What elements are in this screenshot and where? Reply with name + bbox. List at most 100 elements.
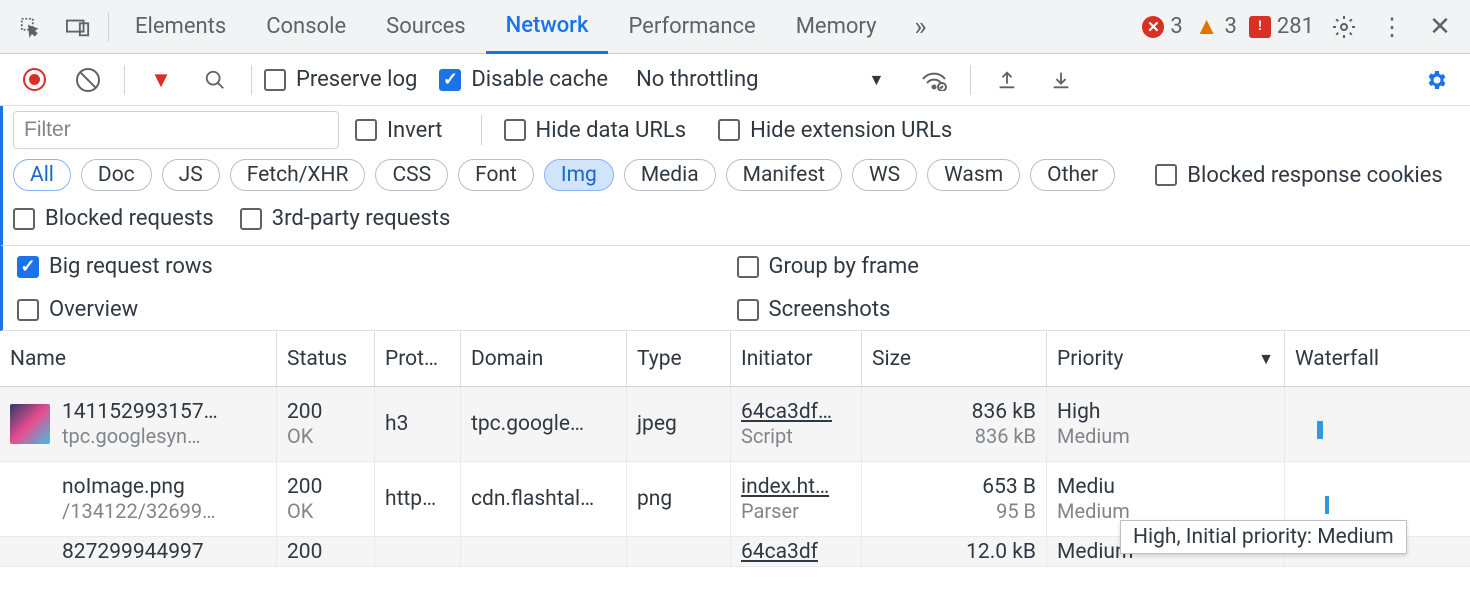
chip-doc[interactable]: Doc: [81, 159, 152, 191]
row-name-sub: /134122/32699…: [62, 499, 216, 523]
type-filter-row: All Doc JS Fetch/XHR CSS Font Img Media …: [0, 154, 1470, 196]
cell-protocol: [375, 537, 461, 566]
chip-fetch[interactable]: Fetch/XHR: [230, 159, 366, 191]
blocked-req-label: Blocked requests: [45, 206, 214, 231]
blocked-requests-option[interactable]: Blocked requests: [13, 206, 214, 231]
chip-all[interactable]: All: [13, 159, 71, 191]
network-settings-icon[interactable]: [1416, 60, 1456, 100]
chip-js[interactable]: JS: [162, 159, 220, 191]
col-type[interactable]: Type: [627, 331, 731, 386]
issues-icon: !: [1249, 16, 1271, 38]
third-party-checkbox[interactable]: [240, 208, 262, 230]
blocked-cookies-checkbox[interactable]: [1155, 164, 1177, 186]
error-count-value: 3: [1170, 14, 1182, 39]
col-priority[interactable]: Priority ▼: [1047, 331, 1285, 386]
overview-checkbox[interactable]: [17, 299, 39, 321]
col-size[interactable]: Size: [862, 331, 1047, 386]
throttling-select[interactable]: No throttling ▼: [630, 67, 904, 92]
screenshots-option[interactable]: Screenshots: [737, 297, 1441, 322]
upload-har-icon[interactable]: [987, 60, 1027, 100]
blocked-cookies-option[interactable]: Blocked response cookies: [1155, 163, 1443, 188]
chip-wasm[interactable]: Wasm: [927, 159, 1020, 191]
clear-button[interactable]: [68, 60, 108, 100]
cell-waterfall: [1285, 387, 1470, 461]
hide-data-checkbox[interactable]: [504, 119, 526, 141]
invert-label: Invert: [387, 118, 443, 143]
main-tab-bar: Elements Console Sources Network Perform…: [0, 0, 1470, 54]
tab-memory[interactable]: Memory: [776, 0, 897, 54]
group-frame-checkbox[interactable]: [737, 256, 759, 278]
kebab-menu-icon[interactable]: ⋮: [1372, 7, 1412, 47]
chip-css[interactable]: CSS: [375, 159, 448, 191]
col-domain[interactable]: Domain: [461, 331, 627, 386]
divider: [481, 115, 482, 145]
chip-font[interactable]: Font: [458, 159, 534, 191]
overview-option[interactable]: Overview: [17, 297, 721, 322]
col-protocol[interactable]: Prot…: [375, 331, 461, 386]
hide-extension-urls-option[interactable]: Hide extension URLs: [718, 118, 952, 143]
record-button[interactable]: [14, 60, 54, 100]
cell-name: 827299944997: [0, 537, 277, 566]
chip-other[interactable]: Other: [1030, 159, 1115, 191]
disable-cache-option[interactable]: Disable cache: [439, 67, 608, 92]
device-toggle-icon[interactable]: [58, 7, 98, 47]
screenshots-checkbox[interactable]: [737, 299, 759, 321]
tab-sources[interactable]: Sources: [366, 0, 486, 54]
tab-console[interactable]: Console: [246, 0, 366, 54]
disable-cache-checkbox[interactable]: [439, 69, 461, 91]
divider: [251, 65, 252, 95]
col-status[interactable]: Status: [277, 331, 375, 386]
network-conditions-icon[interactable]: [914, 60, 954, 100]
preserve-log-checkbox[interactable]: [264, 69, 286, 91]
col-waterfall[interactable]: Waterfall: [1285, 331, 1470, 386]
row-name: 141152993157…: [62, 400, 218, 424]
third-party-option[interactable]: 3rd-party requests: [240, 206, 451, 231]
blocked-cookies-label: Blocked response cookies: [1187, 163, 1443, 188]
table-row[interactable]: 141152993157… tpc.googlesyn… 200 OK h3 t…: [0, 387, 1470, 462]
blocked-req-checkbox[interactable]: [13, 208, 35, 230]
big-rows-option[interactable]: Big request rows: [17, 254, 721, 279]
filter-toggle-icon[interactable]: ▼: [141, 60, 181, 100]
warning-count[interactable]: ▲ 3: [1195, 12, 1237, 41]
invert-checkbox[interactable]: [355, 119, 377, 141]
initiator-type: Script: [741, 424, 851, 448]
initiator-link[interactable]: index.ht…: [741, 475, 851, 499]
close-icon[interactable]: ✕: [1420, 7, 1460, 47]
search-icon[interactable]: [195, 60, 235, 100]
warning-count-value: 3: [1225, 14, 1237, 39]
tab-elements[interactable]: Elements: [115, 0, 246, 54]
status-text: OK: [287, 499, 364, 523]
cell-priority: High Medium: [1047, 387, 1285, 461]
more-tabs-icon[interactable]: »: [900, 7, 940, 47]
tab-network[interactable]: Network: [486, 0, 609, 54]
cell-name: 141152993157… tpc.googlesyn…: [0, 387, 277, 461]
size-value: 836 kB: [972, 400, 1036, 424]
filter-input[interactable]: [13, 111, 339, 149]
big-rows-checkbox[interactable]: [17, 256, 39, 278]
settings-icon[interactable]: [1324, 7, 1364, 47]
invert-option[interactable]: Invert: [355, 118, 443, 143]
chip-img[interactable]: Img: [544, 159, 614, 191]
col-initiator[interactable]: Initiator: [731, 331, 862, 386]
hide-ext-checkbox[interactable]: [718, 119, 740, 141]
hide-ext-label: Hide extension URLs: [750, 118, 952, 143]
col-name[interactable]: Name: [0, 331, 277, 386]
chip-manifest[interactable]: Manifest: [726, 159, 842, 191]
inspect-icon[interactable]: [10, 7, 50, 47]
initiator-link[interactable]: 64ca3df…: [741, 400, 851, 424]
issues-count[interactable]: ! 281: [1249, 14, 1314, 39]
priority-sub: Medium: [1057, 424, 1274, 448]
download-har-icon[interactable]: [1041, 60, 1081, 100]
preserve-log-label: Preserve log: [296, 67, 417, 92]
hide-data-urls-option[interactable]: Hide data URLs: [504, 118, 687, 143]
chip-ws[interactable]: WS: [852, 159, 917, 191]
cell-initiator: 64ca3df: [731, 537, 862, 566]
filter-bar: Invert Hide data URLs Hide extension URL…: [0, 106, 1470, 154]
preserve-log-option[interactable]: Preserve log: [264, 67, 417, 92]
error-count[interactable]: ✕ 3: [1142, 14, 1182, 39]
group-frame-option[interactable]: Group by frame: [737, 254, 1441, 279]
thumbnail-icon: [10, 404, 50, 444]
tab-performance[interactable]: Performance: [608, 0, 775, 54]
chip-media[interactable]: Media: [624, 159, 716, 191]
initiator-link[interactable]: 64ca3df: [741, 540, 851, 564]
